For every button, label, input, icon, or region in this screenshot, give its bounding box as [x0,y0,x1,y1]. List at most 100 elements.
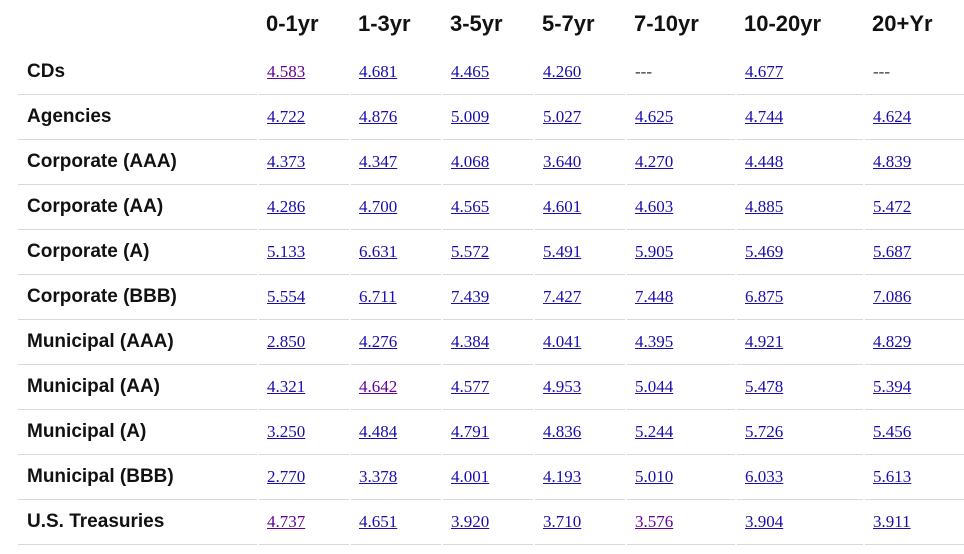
yield-cell: 4.484 [349,409,442,455]
yield-cell: 5.572 [441,229,534,275]
yield-link[interactable]: 5.613 [873,467,911,486]
yield-link[interactable]: 4.286 [267,197,305,216]
yield-cell: 5.554 [257,274,350,320]
yield-link[interactable]: 3.576 [635,512,673,531]
yield-link[interactable]: 4.260 [543,62,581,81]
yield-link[interactable]: 3.250 [267,422,305,441]
yield-link[interactable]: 4.625 [635,107,673,126]
yield-link[interactable]: 4.737 [267,512,305,531]
yield-link[interactable]: 4.829 [873,332,911,351]
yield-link[interactable]: 4.624 [873,107,911,126]
yield-link[interactable]: 4.839 [873,152,911,171]
yield-link[interactable]: 5.554 [267,287,305,306]
yield-link[interactable]: 4.921 [745,332,783,351]
yield-link[interactable]: 4.681 [359,62,397,81]
yield-link[interactable]: 4.373 [267,152,305,171]
yield-link[interactable]: 5.472 [873,197,911,216]
yield-link[interactable]: 4.347 [359,152,397,171]
yield-link[interactable]: 4.448 [745,152,783,171]
yield-cell: 5.010 [625,454,736,500]
yield-link[interactable]: 2.770 [267,467,305,486]
yield-link[interactable]: 4.321 [267,377,305,396]
yield-link[interactable]: 4.836 [543,422,581,441]
yield-link[interactable]: 5.905 [635,242,673,261]
yield-cell: 4.041 [533,319,626,365]
yield-link[interactable]: 5.027 [543,107,581,126]
yield-cell: 4.276 [349,319,442,365]
yield-link[interactable]: 7.427 [543,287,581,306]
yield-link[interactable]: 4.193 [543,467,581,486]
yield-link[interactable]: 4.876 [359,107,397,126]
yield-link[interactable]: 4.583 [267,62,305,81]
yield-link[interactable]: 6.033 [745,467,783,486]
yield-link[interactable]: 4.068 [451,152,489,171]
row-label: Agencies [18,94,258,140]
yield-cell: 5.133 [257,229,350,275]
yield-cell: 4.642 [349,364,442,410]
yield-link[interactable]: 4.395 [635,332,673,351]
table-row: CDs 4.583 4.681 4.465 4.260 --- 4.677 --- [18,50,964,95]
yield-cell: --- [863,50,964,95]
yield-link[interactable]: 4.577 [451,377,489,396]
yield-link[interactable]: 4.953 [543,377,581,396]
yield-link[interactable]: 4.601 [543,197,581,216]
yield-link[interactable]: 4.791 [451,422,489,441]
yield-link[interactable]: 7.086 [873,287,911,306]
yield-link[interactable]: 7.439 [451,287,489,306]
yield-link[interactable]: 5.469 [745,242,783,261]
yield-link[interactable]: 4.677 [745,62,783,81]
yield-link[interactable]: 5.244 [635,422,673,441]
yield-link[interactable]: 3.378 [359,467,397,486]
yield-link[interactable]: 2.850 [267,332,305,351]
yield-link[interactable]: 6.631 [359,242,397,261]
yield-link[interactable]: 5.478 [745,377,783,396]
yield-link[interactable]: 4.722 [267,107,305,126]
yield-link[interactable]: 5.687 [873,242,911,261]
yield-link[interactable]: 4.465 [451,62,489,81]
yield-link[interactable]: 3.904 [745,512,783,531]
yield-link[interactable]: 4.041 [543,332,581,351]
yield-cell: 3.378 [349,454,442,500]
yield-link[interactable]: 4.484 [359,422,397,441]
yield-link[interactable]: 4.603 [635,197,673,216]
yield-link[interactable]: 4.700 [359,197,397,216]
yield-link[interactable]: 4.565 [451,197,489,216]
yield-cell: 4.465 [441,50,534,95]
yield-cell: 4.395 [625,319,736,365]
yield-link[interactable]: 5.572 [451,242,489,261]
yield-link[interactable]: 4.384 [451,332,489,351]
yield-cell: 4.836 [533,409,626,455]
yield-cell: 4.373 [257,139,350,185]
yield-link[interactable]: 5.044 [635,377,673,396]
yield-link[interactable]: 3.920 [451,512,489,531]
yield-link[interactable]: 4.642 [359,377,397,396]
yield-link[interactable]: 5.491 [543,242,581,261]
yield-cell: 7.086 [863,274,964,320]
yield-link[interactable]: 4.744 [745,107,783,126]
yield-link[interactable]: 4.270 [635,152,673,171]
yield-link[interactable]: 4.276 [359,332,397,351]
yield-link[interactable]: 3.710 [543,512,581,531]
yield-link[interactable]: 5.456 [873,422,911,441]
column-header-10-20yr: 10-20yr [744,11,822,36]
yield-link[interactable]: 5.726 [745,422,783,441]
yield-cell: 4.565 [441,184,534,230]
yield-link[interactable]: 6.711 [359,287,397,306]
yield-link[interactable]: 7.448 [635,287,673,306]
yield-link[interactable]: 3.911 [873,512,911,531]
yield-link[interactable]: 3.640 [543,152,581,171]
yield-cell: 4.601 [533,184,626,230]
column-header-0-1yr: 0-1yr [266,11,319,36]
yield-link[interactable]: 4.001 [451,467,489,486]
yield-link[interactable]: 5.133 [267,242,305,261]
yield-link[interactable]: 5.010 [635,467,673,486]
yield-cell: 5.027 [533,94,626,140]
yield-link[interactable]: 5.009 [451,107,489,126]
yield-link[interactable]: 5.394 [873,377,911,396]
yield-link[interactable]: 4.885 [745,197,783,216]
yield-link[interactable]: 6.875 [745,287,783,306]
column-header-20-plus-yr: 20+Yr [872,11,933,36]
row-label: Municipal (A) [18,409,258,455]
yield-cell: 7.448 [625,274,736,320]
yield-link[interactable]: 4.651 [359,512,397,531]
